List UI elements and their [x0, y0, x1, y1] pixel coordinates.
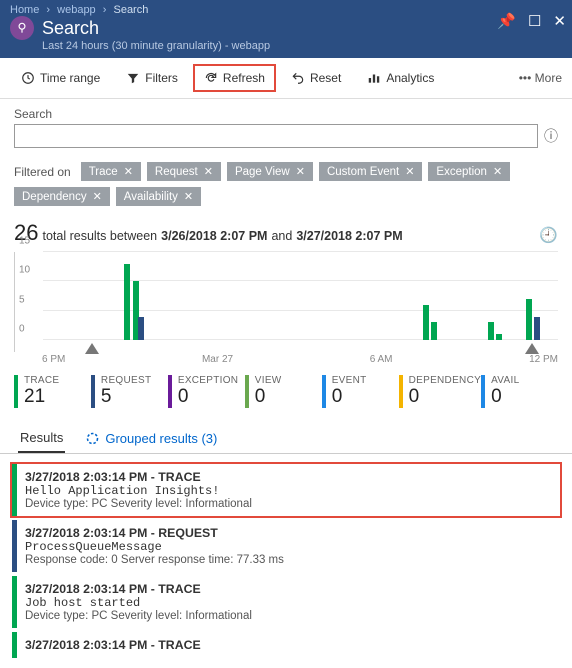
pin-icon[interactable]: 📌	[497, 12, 516, 30]
filter-chip[interactable]: Exception✕	[428, 162, 510, 181]
search-input[interactable]	[14, 124, 538, 148]
toolbar: Time range Filters Refresh Reset Analyti…	[0, 58, 572, 99]
filter-chips: Filtered on Trace✕ Request✕ Page View✕ Cust…	[0, 156, 572, 212]
filter-chip[interactable]: Page View✕	[227, 162, 313, 181]
chart-marker[interactable]	[525, 343, 539, 354]
close-icon[interactable]: ✕	[553, 12, 566, 30]
breadcrumb-current: Search	[113, 4, 148, 16]
range-from: 3/26/2018 2:07 PM	[161, 229, 267, 243]
filter-icon	[126, 71, 140, 85]
stat-event[interactable]: EVENT0	[322, 375, 399, 408]
maximize-icon[interactable]: ☐	[528, 12, 541, 30]
chart-bar[interactable]	[496, 334, 502, 340]
filter-chip[interactable]: Dependency✕	[14, 187, 110, 206]
filter-chip[interactable]: Trace✕	[81, 162, 141, 181]
filters-button[interactable]: Filters	[115, 64, 189, 92]
stat-trace[interactable]: TRACE21	[14, 375, 91, 408]
search-label: Search	[14, 107, 558, 121]
chip-remove-icon[interactable]: ✕	[493, 165, 502, 178]
chip-remove-icon[interactable]: ✕	[405, 165, 414, 178]
tab-grouped[interactable]: Grouped results (3)	[83, 425, 219, 452]
reset-button[interactable]: Reset	[280, 64, 352, 92]
chip-remove-icon[interactable]: ✕	[93, 190, 102, 203]
result-item[interactable]: 3/27/2018 2:03:14 PM - TRACE	[12, 632, 560, 658]
result-list: 3/27/2018 2:03:14 PM - TRACEHello Applic…	[0, 454, 572, 668]
filter-chip[interactable]: Request✕	[147, 162, 221, 181]
stat-view[interactable]: VIEW0	[245, 375, 322, 408]
page-title: Search	[42, 18, 99, 39]
filtered-on-label: Filtered on	[14, 165, 71, 179]
stat-dependency[interactable]: DEPENDENCY0	[399, 375, 481, 408]
chart-marker[interactable]	[85, 343, 99, 354]
stat-request[interactable]: REQUEST5	[91, 375, 168, 408]
chart-bar[interactable]	[423, 305, 429, 340]
analytics-icon	[367, 71, 381, 85]
chart-bar[interactable]	[124, 264, 130, 340]
info-icon[interactable]: ⓘ	[544, 126, 558, 146]
stat-avail[interactable]: AVAIL0	[481, 375, 558, 408]
tab-results[interactable]: Results	[18, 424, 65, 453]
stats-row: TRACE21REQUEST5EXCEPTION0VIEW0EVENT0DEPE…	[0, 365, 572, 418]
stat-exception[interactable]: EXCEPTION0	[168, 375, 245, 408]
chip-remove-icon[interactable]: ✕	[296, 165, 305, 178]
refresh-icon	[204, 71, 218, 85]
result-item[interactable]: 3/27/2018 2:03:14 PM - REQUESTProcessQue…	[12, 520, 560, 572]
page-subtitle: Last 24 hours (30 minute granularity) - …	[32, 40, 572, 52]
chip-remove-icon[interactable]: ✕	[204, 165, 213, 178]
chart-bar[interactable]	[431, 322, 437, 340]
breadcrumb-home[interactable]: Home	[10, 4, 39, 16]
chip-remove-icon[interactable]: ✕	[124, 165, 133, 178]
breadcrumb: Home › webapp › Search	[0, 0, 572, 16]
refresh-button[interactable]: Refresh	[193, 64, 276, 92]
filter-chip[interactable]: Availability✕	[116, 187, 201, 206]
analytics-button[interactable]: Analytics	[356, 64, 445, 92]
app-icon	[10, 16, 34, 40]
history-icon[interactable]: 🕘	[539, 226, 558, 244]
result-item[interactable]: 3/27/2018 2:03:14 PM - TRACEHello Applic…	[12, 464, 560, 516]
chart-bar[interactable]	[138, 317, 144, 340]
result-item[interactable]: 3/27/2018 2:03:14 PM - TRACEJob host sta…	[12, 576, 560, 628]
undo-icon	[291, 71, 305, 85]
clock-icon	[21, 71, 35, 85]
more-button[interactable]: ••• More	[519, 71, 562, 85]
group-icon	[85, 431, 100, 446]
header-bar: Home › webapp › Search Search Last 24 ho…	[0, 0, 572, 58]
chart-bar[interactable]	[534, 317, 540, 340]
chart-bar[interactable]	[526, 299, 532, 340]
breadcrumb-app[interactable]: webapp	[57, 4, 96, 16]
range-to: 3/27/2018 2:07 PM	[296, 229, 402, 243]
chart-xaxis: 6 PMMar 276 AM12 PM	[42, 352, 558, 365]
chip-remove-icon[interactable]: ✕	[184, 190, 193, 203]
chart-bar[interactable]	[488, 322, 494, 340]
timeline-chart[interactable]: 051015	[14, 252, 558, 352]
time-range-button[interactable]: Time range	[10, 64, 111, 92]
filter-chip[interactable]: Custom Event✕	[319, 162, 422, 181]
